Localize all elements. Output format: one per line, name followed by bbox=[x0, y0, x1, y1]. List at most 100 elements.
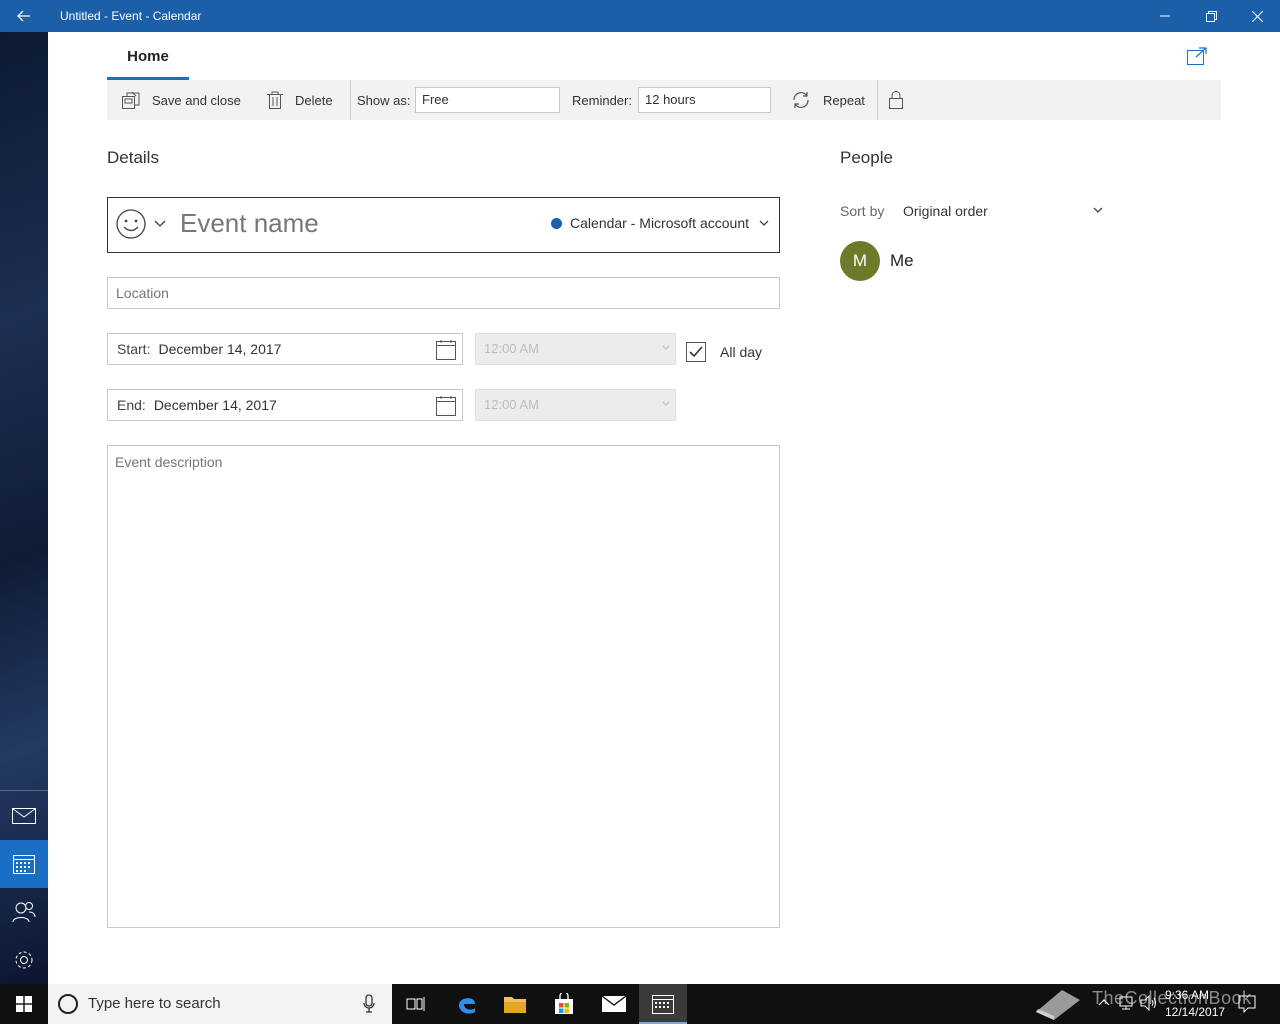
volume-icon bbox=[1140, 995, 1156, 1011]
calendar-nav-button[interactable] bbox=[0, 840, 48, 888]
show-as-select[interactable]: Free bbox=[415, 87, 560, 113]
delete-label: Delete bbox=[295, 92, 333, 108]
calendar-icon bbox=[13, 855, 35, 874]
end-date-field[interactable]: End: December 14, 2017 bbox=[107, 389, 463, 421]
chevron-down-icon bbox=[662, 401, 670, 406]
reminder-select[interactable]: 12 hours bbox=[638, 87, 771, 113]
task-view-icon bbox=[406, 997, 425, 1011]
popout-button[interactable] bbox=[1184, 44, 1210, 68]
back-arrow-icon bbox=[17, 10, 30, 22]
settings-nav-button[interactable] bbox=[0, 936, 48, 984]
end-date-value: December 14, 2017 bbox=[153, 397, 277, 413]
rail-divider bbox=[0, 790, 48, 791]
private-button[interactable] bbox=[889, 80, 915, 120]
chevron-down-icon bbox=[154, 220, 166, 227]
start-date-value: December 14, 2017 bbox=[158, 341, 282, 357]
popout-icon bbox=[1187, 47, 1207, 65]
calendar-icon bbox=[652, 995, 674, 1014]
calendar-color-dot bbox=[551, 217, 563, 229]
end-time-select: 12:00 AM bbox=[475, 389, 676, 421]
toolbar-divider bbox=[877, 80, 878, 120]
store-button[interactable] bbox=[540, 984, 588, 1024]
start-label: Start: bbox=[117, 341, 151, 357]
taskbar-search-box[interactable]: Type here to search bbox=[48, 984, 392, 1024]
action-center-icon bbox=[1238, 995, 1256, 1013]
calendar-picker-icon bbox=[436, 340, 456, 360]
save-and-close-button[interactable]: Save and close bbox=[122, 80, 241, 120]
emoji-picker-button[interactable] bbox=[116, 209, 166, 239]
clock-date[interactable]: 12/14/2017 bbox=[1165, 1005, 1225, 1019]
all-day-label: All day bbox=[720, 344, 763, 360]
chevron-down-icon bbox=[759, 220, 769, 226]
save-label: Save and close bbox=[152, 92, 241, 108]
trash-icon bbox=[267, 91, 283, 109]
mail-nav-button[interactable] bbox=[0, 792, 48, 840]
gear-icon bbox=[15, 951, 33, 969]
people-nav-button[interactable] bbox=[0, 888, 48, 936]
store-icon bbox=[555, 993, 573, 1014]
title-bar: Untitled - Event - Calendar bbox=[0, 0, 1280, 32]
edge-icon bbox=[459, 998, 475, 1014]
network-icon bbox=[1119, 996, 1133, 1010]
mail-icon bbox=[12, 808, 36, 824]
tab-home-label: Home bbox=[127, 48, 169, 65]
taskbar: Type here to search TheCollectionBook 9:… bbox=[0, 984, 1280, 1024]
toolbar-divider bbox=[350, 80, 351, 120]
all-day-checkbox[interactable] bbox=[686, 342, 706, 362]
location-input[interactable]: Location bbox=[107, 277, 780, 309]
repeat-label: Repeat bbox=[823, 92, 865, 108]
show-as-label: Show as: bbox=[357, 92, 411, 108]
system-tray: TheCollectionBook 9:36 AM 12/14/2017 bbox=[1030, 984, 1280, 1024]
event-description-input[interactable]: Event description bbox=[107, 445, 780, 928]
end-label: End: bbox=[117, 397, 146, 413]
window-title: Untitled - Event - Calendar bbox=[60, 9, 202, 23]
sort-by-label: Sort by bbox=[840, 203, 885, 219]
repeat-icon bbox=[793, 92, 809, 108]
microphone-icon bbox=[363, 994, 375, 1013]
delete-button[interactable]: Delete bbox=[267, 80, 333, 120]
calendar-app-button[interactable] bbox=[639, 984, 687, 1024]
attendee-name: Me bbox=[890, 251, 914, 270]
smiley-icon bbox=[116, 209, 146, 239]
reminder-label: Reminder: bbox=[572, 92, 632, 108]
file-explorer-button[interactable] bbox=[491, 984, 539, 1024]
toolbar: Save and close Delete Show as: Free Remi… bbox=[107, 80, 1221, 120]
repeat-button[interactable]: Repeat bbox=[791, 80, 865, 120]
chevron-down-icon bbox=[1093, 207, 1103, 213]
minimize-button[interactable] bbox=[1142, 0, 1188, 32]
people-heading: People bbox=[840, 148, 893, 167]
people-icon bbox=[12, 902, 36, 923]
close-button[interactable] bbox=[1234, 0, 1280, 32]
restore-icon bbox=[1205, 10, 1217, 22]
chevron-up-icon bbox=[1098, 999, 1110, 1006]
task-view-button[interactable] bbox=[392, 984, 440, 1024]
restore-button[interactable] bbox=[1188, 0, 1234, 32]
clock-time[interactable]: 9:36 AM bbox=[1165, 988, 1209, 1002]
calendar-select[interactable]: Calendar - Microsoft account bbox=[551, 215, 769, 231]
chevron-down-icon bbox=[662, 345, 670, 350]
start-button[interactable] bbox=[0, 984, 48, 1024]
back-button[interactable] bbox=[0, 0, 48, 32]
left-rail bbox=[0, 32, 48, 984]
event-name-input[interactable]: Event name bbox=[180, 208, 319, 239]
edge-browser-button[interactable] bbox=[443, 984, 491, 1024]
cortana-icon bbox=[58, 994, 78, 1014]
mail-app-button[interactable] bbox=[590, 984, 638, 1024]
book-logo-icon bbox=[1036, 990, 1080, 1020]
windows-logo-icon bbox=[16, 996, 32, 1012]
start-date-field[interactable]: Start: December 14, 2017 bbox=[107, 333, 463, 365]
close-icon bbox=[1251, 10, 1263, 22]
search-placeholder: Type here to search bbox=[88, 995, 221, 1012]
calendar-picker-icon bbox=[436, 396, 456, 416]
sort-by-value: Original order bbox=[903, 203, 988, 219]
event-name-box: Event name Calendar - Microsoft account bbox=[107, 197, 780, 253]
sort-by-select[interactable]: Original order bbox=[903, 203, 1103, 219]
lock-icon bbox=[889, 91, 903, 109]
minimize-icon bbox=[1160, 15, 1170, 17]
save-icon bbox=[122, 91, 140, 109]
start-time-select: 12:00 AM bbox=[475, 333, 676, 365]
tab-home[interactable]: Home bbox=[107, 40, 189, 80]
start-time-value: 12:00 AM bbox=[484, 341, 539, 356]
details-heading: Details bbox=[107, 148, 159, 167]
end-time-value: 12:00 AM bbox=[484, 397, 539, 412]
